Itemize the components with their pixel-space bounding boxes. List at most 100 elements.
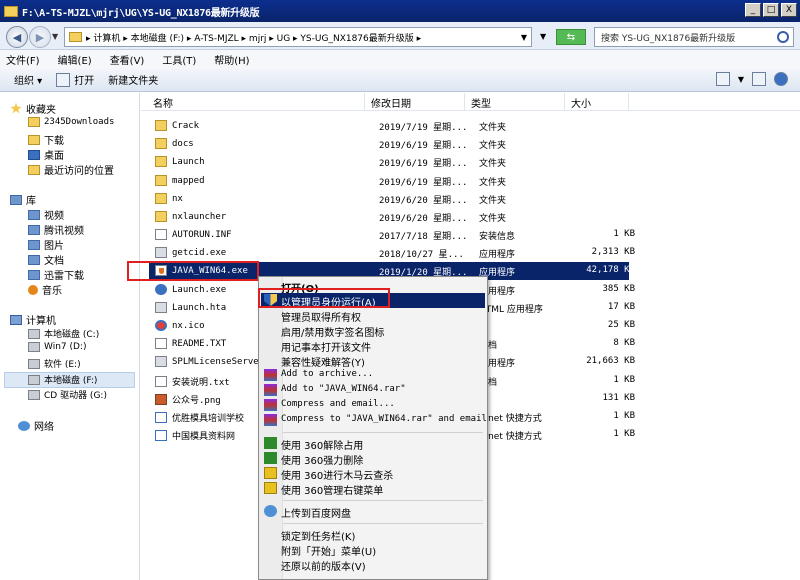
file-row[interactable]: AUTORUN.INF 2017/7/18 星期... 安装信息 1 KB <box>149 226 635 244</box>
file-row[interactable]: nx 2019/6/20 星期... 文件夹 <box>149 190 629 208</box>
file-row[interactable]: nxlauncher 2019/6/20 星期... 文件夹 <box>149 208 629 226</box>
refresh-button[interactable]: ⇆ <box>556 29 586 45</box>
nav-label: 计算机 <box>26 316 56 327</box>
close-button[interactable]: X <box>781 3 797 17</box>
nav-item-documents[interactable]: 文档 <box>28 252 64 267</box>
view-dropdown-icon[interactable]: ▼ <box>738 75 744 84</box>
new-folder-button[interactable]: 新建文件夹 <box>108 72 158 87</box>
nav-drive-d[interactable]: Win7 (D:) <box>28 342 86 352</box>
help-icon[interactable] <box>774 72 788 86</box>
file-row[interactable]: getcid.exe 2018/10/27 星... 应用程序 2,313 KB <box>149 244 635 262</box>
search-icon[interactable] <box>777 31 789 43</box>
run-as-admin-annotation <box>258 288 390 308</box>
baidu-cloud-icon <box>264 505 277 517</box>
file-type: ernet 快捷方式 <box>479 432 542 442</box>
command-toolbar: 组织 ▾ 打开 新建文件夹 ▼ <box>0 68 800 92</box>
file-date: 2017/7/18 星期... <box>379 232 468 242</box>
folder-icon <box>4 5 18 17</box>
recent-places-icon <box>28 164 40 175</box>
menu-item-360-trojan-scan[interactable]: 使用 360进行木马云查杀 <box>261 466 485 482</box>
file-row[interactable]: Crack 2019/7/19 星期... 文件夹 <box>149 117 629 135</box>
menu-item-open-notepad[interactable]: 用记事本打开该文件 <box>261 338 485 354</box>
minimize-button[interactable]: _ <box>745 3 761 17</box>
file-type: 文件夹 <box>479 214 507 224</box>
nav-label: Win7 (D:) <box>44 342 87 352</box>
file-row[interactable]: mapped 2019/6/19 星期... 文件夹 <box>149 172 629 190</box>
nav-libraries[interactable]: 库 <box>10 192 36 207</box>
menu-item-take-ownership[interactable]: 管理员取得所有权 <box>261 308 485 324</box>
nav-drive-f[interactable]: 本地磁盘 (F:) <box>28 373 97 386</box>
nav-item-downloads[interactable]: 下载 <box>28 132 64 147</box>
nav-item-tencent-video[interactable]: 腾讯视频 <box>28 222 84 237</box>
menu-tools[interactable]: 工具(T) <box>162 52 196 67</box>
forward-button[interactable]: ▶ <box>29 26 51 48</box>
hta-icon <box>155 302 167 313</box>
nav-item-desktop[interactable]: 桌面 <box>28 147 64 162</box>
nav-drive-e[interactable]: 软件 (E:) <box>28 357 81 370</box>
nav-drive-c[interactable]: 本地磁盘 (C:) <box>28 327 99 340</box>
nav-item-videos[interactable]: 视频 <box>28 207 64 222</box>
column-header-size[interactable]: 大小 <box>565 93 629 111</box>
menu-label: 使用 360强力删除 <box>281 456 364 467</box>
column-header-name[interactable]: 名称 <box>147 93 365 111</box>
menu-item-compatibility[interactable]: 兼容性疑难解答(Y) <box>261 353 485 369</box>
back-button[interactable]: ◀ <box>6 26 28 48</box>
file-name: getcid.exe <box>172 247 227 258</box>
nav-network[interactable]: 网络 <box>18 418 54 433</box>
search-placeholder: 搜索 YS-UG_NX1876最新升级版 <box>601 33 736 44</box>
menu-edit[interactable]: 编辑(E) <box>58 52 92 67</box>
menu-item-add-archive[interactable]: Add to archive... <box>261 368 485 383</box>
nav-item-pictures[interactable]: 图片 <box>28 237 64 252</box>
maximize-button[interactable]: □ <box>763 3 779 17</box>
folder-icon <box>28 117 40 127</box>
file-size: 131 KB <box>602 393 635 403</box>
menu-item-toggle-signature[interactable]: 启用/禁用数字签名图标 <box>261 323 485 339</box>
library-icon <box>10 194 22 205</box>
menu-label: Compress to "JAVA_WIN64.rar" and email <box>281 414 487 424</box>
address-history-icon[interactable]: ▼ <box>540 32 546 41</box>
history-dropdown-icon[interactable]: ▼ <box>52 32 58 41</box>
menu-help[interactable]: 帮助(H) <box>214 52 249 67</box>
file-name: nx <box>172 193 183 204</box>
menu-item-360-manage-menu[interactable]: 使用 360管理右键菜单 <box>261 481 485 497</box>
search-input[interactable]: 搜索 YS-UG_NX1876最新升级版 <box>594 27 794 47</box>
nav-item-thunder-downloads[interactable]: 迅雷下载 <box>28 267 84 282</box>
open-button[interactable]: 打开 <box>56 72 94 87</box>
nav-item-music[interactable]: 音乐 <box>28 282 62 297</box>
nav-computer[interactable]: 计算机 <box>10 312 56 327</box>
file-row[interactable]: docs 2019/6/19 星期... 文件夹 <box>149 135 629 153</box>
file-size: 2,313 KB <box>591 247 635 257</box>
menu-view[interactable]: 查看(V) <box>110 52 145 67</box>
menu-item-restore-versions[interactable]: 还原以前的版本(V) <box>261 557 485 573</box>
menu-item-pin-taskbar[interactable]: 锁定到任务栏(K) <box>261 527 485 543</box>
menu-item-compress-rar-email[interactable]: Compress to "JAVA_WIN64.rar" and email <box>261 413 487 428</box>
view-options-icon[interactable] <box>715 72 730 86</box>
file-date: 2019/6/19 星期... <box>379 159 468 169</box>
address-dropdown-icon[interactable]: ▼ <box>521 33 527 42</box>
file-date: 2019/7/19 星期... <box>379 123 468 133</box>
address-field[interactable]: ▸ 计算机 ▸ 本地磁盘 (F:) ▸ A-TS-MJZL ▸ mjrj ▸ U… <box>64 27 532 47</box>
folder-icon <box>155 193 167 204</box>
menu-item-360-force-delete[interactable]: 使用 360强力删除 <box>261 451 485 467</box>
nav-item-recent[interactable]: 最近访问的位置 <box>28 162 114 177</box>
menu-item-pin-start[interactable]: 附到「开始」菜单(U) <box>261 542 485 558</box>
nav-label: 下载 <box>44 136 64 147</box>
nav-item-2345downloads[interactable]: 2345Downloads <box>28 117 114 127</box>
file-row[interactable]: Launch 2019/6/19 星期... 文件夹 <box>149 153 629 171</box>
nav-drive-g[interactable]: CD 驱动器 (G:) <box>28 388 107 401</box>
folder-icon <box>155 138 167 149</box>
menu-item-upload-baidu[interactable]: 上传到百度网盘 <box>261 504 485 520</box>
menu-item-add-rar[interactable]: Add to "JAVA_WIN64.rar" <box>261 383 485 398</box>
organize-button[interactable]: 组织 ▾ <box>14 72 42 87</box>
menu-item-360-unlock[interactable]: 使用 360解除占用 <box>261 436 485 452</box>
folder-icon <box>155 156 167 167</box>
address-bar: ◀ ▶ ▼ ▸ 计算机 ▸ 本地磁盘 (F:) ▸ A-TS-MJZL ▸ mj… <box>0 22 800 50</box>
column-header-date[interactable]: 修改日期 <box>365 93 465 111</box>
menu-file[interactable]: 文件(F) <box>6 52 40 67</box>
nav-favorites[interactable]: 收藏夹 <box>10 101 56 116</box>
menu-item-compress-email[interactable]: Compress and email... <box>261 398 485 413</box>
menu-label: 使用 360解除占用 <box>281 441 364 452</box>
column-header-type[interactable]: 类型 <box>465 93 565 111</box>
preview-pane-icon[interactable] <box>752 72 766 86</box>
winrar-icon <box>264 399 277 411</box>
